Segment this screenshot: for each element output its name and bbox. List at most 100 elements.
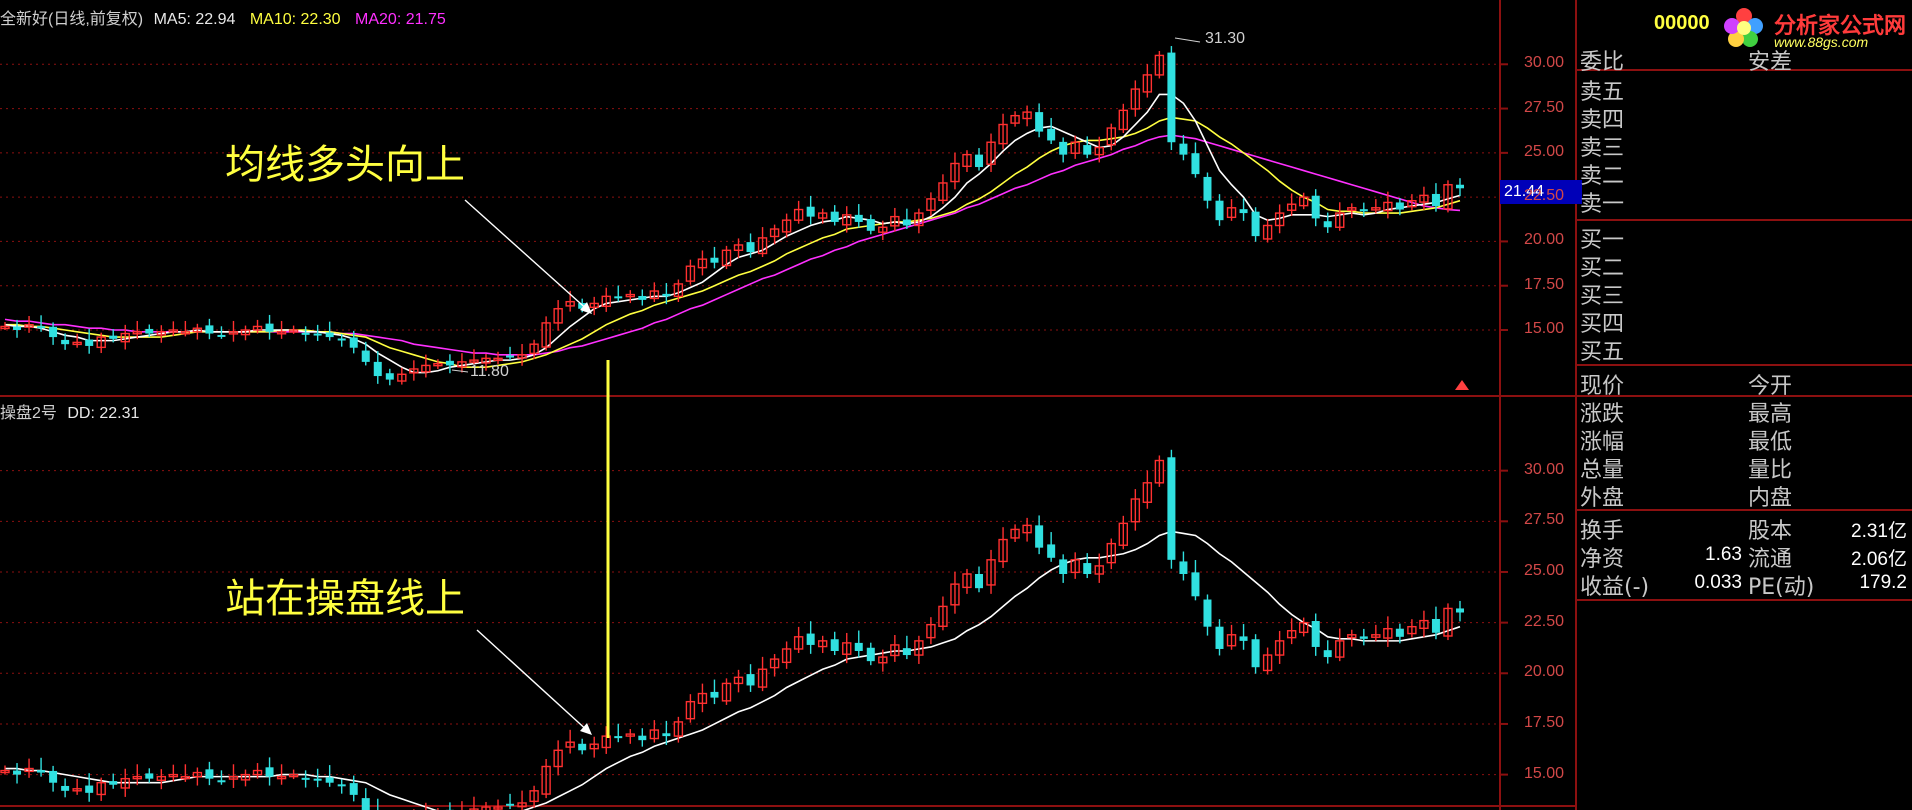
candle-body-down [866,219,875,231]
candle-body-down [301,777,310,780]
candle-body-down [1047,128,1056,141]
candle-body-down [830,211,839,222]
annotation-arrow-bottom [476,629,591,734]
y-tick-label: 25.00 [1524,142,1565,160]
candle-body-down [1191,153,1200,175]
candle-body-down [325,777,334,783]
candle-body-down [361,350,370,362]
high-marker [1174,37,1201,43]
kline-chart[interactable] [0,0,1912,810]
candle-body-down [1083,145,1092,155]
candle-body-down [614,736,623,739]
candle-body-down [301,332,310,335]
panel-label: 买五 [1580,340,1625,365]
candle-body-down [662,293,671,297]
y-tick-label: 20.00 [1524,663,1565,681]
candle-body-down [385,373,394,380]
candle-body-down [854,642,863,651]
candle-body-down [313,778,322,781]
candle-body-down [1035,112,1044,132]
bottom-chart-header: 操盘2号 DD: 22.31 [0,399,139,423]
candle-body-down [1456,608,1464,613]
candle-body-down [349,783,358,795]
candle-body-down [85,785,94,793]
high-price-label: 31.30 [1205,30,1246,47]
candle-body-down [1203,176,1212,201]
candle-body-down [662,733,671,737]
candle-body-down [1179,561,1188,574]
candle-body-down [205,325,214,334]
candle-body-down [902,648,911,656]
y-tick-label: 22.50 [1524,187,1565,205]
candle-body-down [325,332,334,338]
panel-label: 2.31亿 [1851,521,1907,542]
candle-body-down [1215,200,1224,221]
y-tick-label: 15.00 [1524,320,1565,337]
candle-body-down [349,337,358,348]
y-tick-label: 17.50 [1524,713,1565,731]
candle-body-down [1431,618,1440,633]
candle-body-down [746,674,755,686]
indicator-name: 操盘2号 [0,405,57,422]
candle-body-down [373,361,382,377]
weibi-label: 委比 [1580,50,1625,75]
candle-body-down [1215,626,1224,649]
candle-body-down [710,691,719,698]
candle-body-down [13,770,22,775]
candle-body-down [1167,52,1176,143]
candle-body-down [1239,636,1248,641]
candle-body-down [85,339,94,346]
candle-body-down [854,214,863,222]
candle-body-down [37,770,46,773]
candle-body-down [866,647,875,662]
candle-body-down [265,323,274,332]
weibi-value: 安差 [1748,50,1793,75]
candle-body-down [1191,572,1200,597]
panel-label: 1.63 [1705,544,1742,565]
candle-body-down [578,743,587,751]
candle-body-down [1059,141,1068,155]
candle-body-down [506,803,515,806]
candle-body-down [1251,211,1260,237]
y-tick-label: 15.00 [1524,764,1565,782]
candle-body-down [337,784,346,787]
candle-body-down [806,206,815,217]
y-tick-label: 27.50 [1524,98,1565,116]
candle-body-down [902,219,911,226]
candle-body-down [49,326,58,338]
y-tick-label: 20.00 [1524,231,1565,249]
candle-body-down [337,338,346,341]
bottom-dd-line [5,530,1461,810]
candle-body-down [1059,559,1068,574]
candle-body-down [37,326,46,329]
candle-body-down [361,798,370,810]
candle-body-down [638,295,647,300]
top-ma-lines [4,93,1461,374]
candle-body-down [445,360,454,366]
candle-body-down [1167,457,1176,560]
candle-body-down [145,773,154,779]
candle-body-down [1047,544,1056,558]
candle-body-down [217,334,226,337]
chart-grid [0,0,1912,810]
bottom-candles [0,449,1464,810]
candle-body-down [975,154,984,168]
top-candles [0,46,1464,386]
stock-code: 00000 [1654,12,1710,34]
candle-body-down [1203,599,1212,627]
candle-body-down [1251,639,1260,668]
candle-body-down [1359,636,1368,639]
candle-body-down [1311,621,1320,647]
brand-logo: 分析家公式网 www.88gs.com [1712,2,1912,54]
candle-body-down [205,769,214,779]
candle-body-down [746,242,755,253]
candle-body-down [1239,209,1248,214]
candle-body-down [1311,195,1320,219]
candle-body-down [61,785,70,791]
candle-body-down [109,781,118,785]
y-tick-label: 30.00 [1524,460,1565,478]
candle-body-down [710,257,719,263]
dd-line [5,530,1461,810]
low-marker [451,369,469,373]
candle-body-down [145,328,154,334]
